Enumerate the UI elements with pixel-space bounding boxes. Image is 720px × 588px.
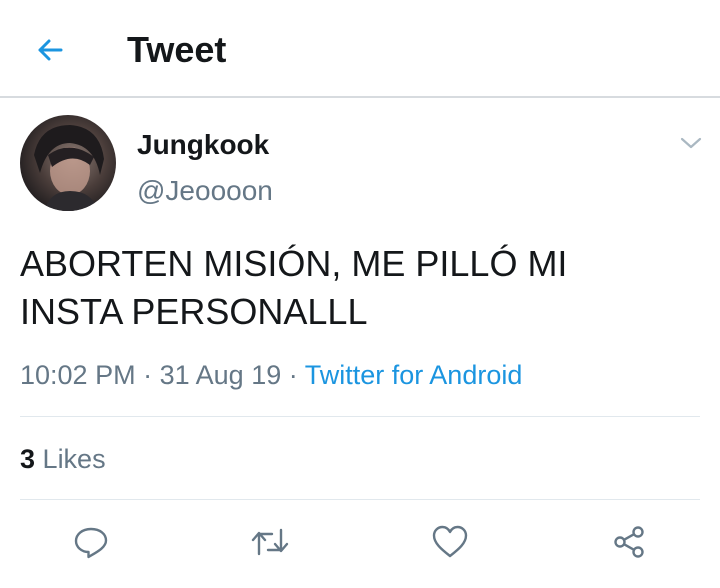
back-arrow-icon: [38, 39, 63, 61]
reply-button[interactable]: [69, 520, 113, 564]
retweet-icon: [251, 528, 289, 556]
tweet-time: 10:02 PM: [20, 360, 136, 390]
meta-separator: ·: [143, 360, 153, 390]
like-button[interactable]: [428, 520, 472, 564]
avatar-photo: [34, 125, 104, 211]
tweet-date: 31 Aug 19: [159, 360, 282, 390]
avatar[interactable]: [20, 115, 116, 211]
likes-count: 3: [20, 444, 36, 474]
author-name[interactable]: Jungkook: [137, 128, 269, 162]
top-bar: Tweet: [0, 0, 720, 98]
divider: [20, 416, 700, 417]
author-handle[interactable]: @Jeoooon: [137, 174, 273, 208]
more-options-button[interactable]: [676, 130, 706, 156]
retweet-button[interactable]: [248, 520, 292, 564]
reply-icon: [74, 527, 108, 559]
share-icon: [614, 526, 644, 558]
likes-label: Likes: [42, 444, 106, 474]
likes-stat[interactable]: 3 Likes: [20, 442, 106, 476]
back-button[interactable]: [30, 30, 70, 70]
divider: [20, 499, 700, 500]
page-title: Tweet: [127, 29, 227, 70]
tweet-source-link[interactable]: Twitter for Android: [305, 360, 523, 390]
meta-separator: ·: [288, 360, 298, 390]
share-button[interactable]: [607, 520, 651, 564]
chevron-down-icon: [680, 137, 702, 149]
tweet-meta: 10:02 PM · 31 Aug 19 · Twitter for Andro…: [20, 357, 522, 393]
tweet-text: ABORTEN MISIÓN, ME PILLÓ MI INSTA PERSON…: [20, 243, 568, 332]
heart-icon: [432, 525, 468, 558]
